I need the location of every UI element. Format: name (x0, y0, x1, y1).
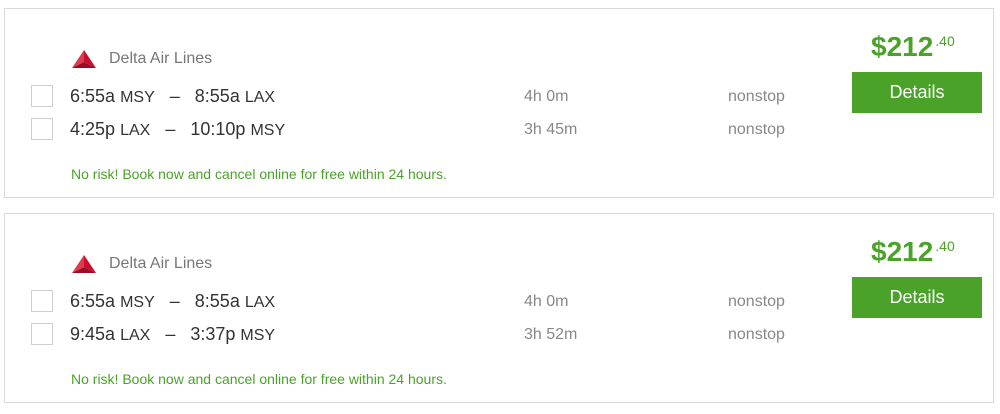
leg-checkbox[interactable] (31, 323, 53, 345)
arrive-time: 3:37p (190, 324, 236, 344)
price-dollars: $212 (871, 236, 934, 267)
arrive-time: 10:10p (190, 119, 246, 139)
dash-separator: – (165, 324, 176, 344)
cancellation-note: No risk! Book now and cancel online for … (71, 166, 447, 182)
flight-stops: nonstop (728, 121, 785, 138)
flight-stops: nonstop (728, 88, 785, 105)
depart-time: 6:55a (70, 86, 116, 106)
depart-time: 6:55a (70, 291, 116, 311)
flight-times: 9:45a LAX – 3:37p MSY (70, 324, 275, 345)
cancellation-note: No risk! Book now and cancel online for … (71, 371, 447, 387)
flight-leg-row: 9:45a LAX – 3:37p MSY 3h 52m nonstop (31, 323, 831, 347)
airline-name: Delta Air Lines (109, 50, 213, 67)
airline-header: Delta Air Lines (71, 254, 212, 274)
flight-leg-row: 4:25p LAX – 10:10p MSY 3h 45m nonstop (31, 118, 831, 142)
arrive-airport-code: MSY (250, 122, 286, 139)
flight-times: 6:55a MSY – 8:55a LAX (70, 291, 275, 312)
airline-name: Delta Air Lines (109, 255, 213, 272)
depart-airport-code: LAX (120, 327, 151, 344)
leg-checkbox[interactable] (31, 85, 53, 107)
flight-times: 6:55a MSY – 8:55a LAX (70, 86, 275, 107)
flight-duration: 3h 45m (524, 121, 578, 138)
depart-airport-code: MSY (120, 294, 155, 311)
price-cents: .40 (935, 238, 955, 254)
delta-logo-icon (72, 255, 96, 273)
arrive-airport-code: MSY (240, 327, 276, 344)
price-cents: .40 (935, 33, 955, 49)
delta-logo-icon (72, 50, 96, 68)
flight-stops: nonstop (728, 293, 785, 310)
arrive-time: 8:55a (194, 86, 240, 106)
arrive-airport-code: LAX (244, 89, 276, 106)
flight-leg-row: 6:55a MSY – 8:55a LAX 4h 0m nonstop (31, 85, 831, 109)
dash-separator: – (165, 119, 176, 139)
leg-checkbox[interactable] (31, 290, 53, 312)
price-dollars: $212 (871, 31, 934, 62)
airline-header: Delta Air Lines (71, 49, 212, 69)
details-button[interactable]: Details (852, 72, 982, 113)
depart-time: 9:45a (70, 324, 116, 344)
price-display: $212.40 (871, 236, 955, 268)
leg-checkbox[interactable] (31, 118, 53, 140)
details-button[interactable]: Details (852, 277, 982, 318)
flight-leg-row: 6:55a MSY – 8:55a LAX 4h 0m nonstop (31, 290, 831, 314)
flight-duration: 4h 0m (524, 88, 569, 105)
flight-duration: 4h 0m (524, 293, 569, 310)
flight-result-card: Delta Air Lines 6:55a MSY – 8:55a LAX 4h… (4, 213, 994, 403)
dash-separator: – (169, 291, 180, 311)
arrive-airport-code: LAX (244, 294, 276, 311)
flight-stops: nonstop (728, 326, 785, 343)
flight-times: 4:25p LAX – 10:10p MSY (70, 119, 285, 140)
flight-result-card: Delta Air Lines 6:55a MSY – 8:55a LAX 4h… (4, 8, 994, 198)
depart-airport-code: MSY (120, 89, 155, 106)
arrive-time: 8:55a (194, 291, 240, 311)
depart-time: 4:25p (70, 119, 116, 139)
price-display: $212.40 (871, 31, 955, 63)
dash-separator: – (169, 86, 180, 106)
depart-airport-code: LAX (120, 122, 151, 139)
flight-duration: 3h 52m (524, 326, 578, 343)
